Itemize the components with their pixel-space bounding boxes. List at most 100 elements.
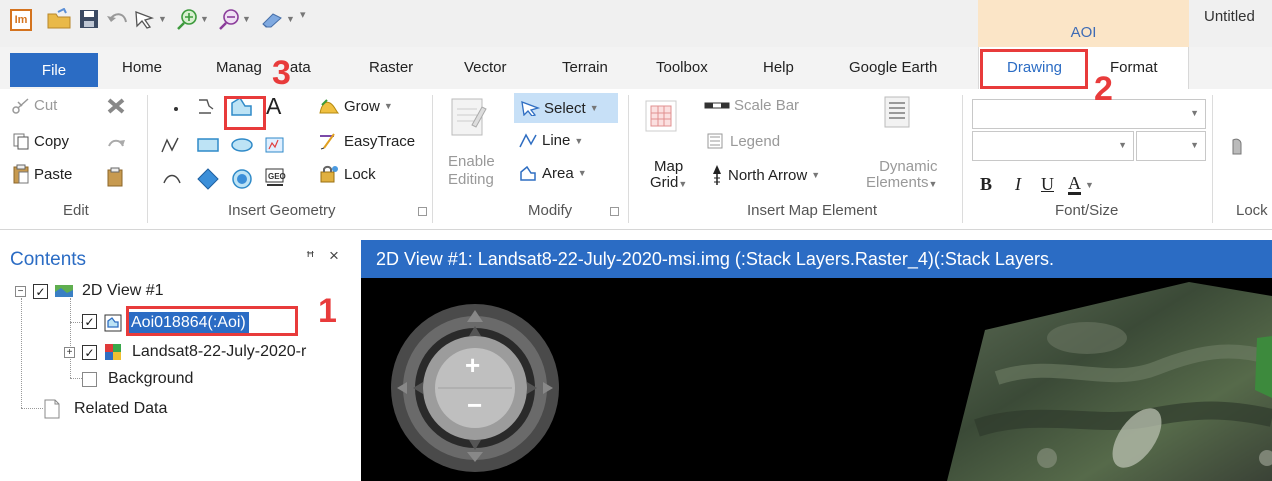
- tree-item-raster[interactable]: Landsat8-22-July-2020-r: [104, 343, 306, 361]
- ring-icon: [230, 168, 254, 190]
- tab-help[interactable]: Help: [763, 59, 794, 76]
- geo-tool[interactable]: GEO: [264, 167, 286, 189]
- insert-geometry-group-label: Insert Geometry: [228, 202, 336, 219]
- font-color-button[interactable]: A ▼: [1068, 174, 1094, 195]
- tree-item-related-data[interactable]: Related Data: [44, 399, 167, 419]
- underline-button[interactable]: U: [1041, 174, 1054, 195]
- zoom-in-control[interactable]: +: [465, 350, 480, 381]
- coordinate-tool[interactable]: [264, 134, 286, 154]
- enable-label: Enable: [448, 153, 495, 170]
- font-name-select[interactable]: ▼: [972, 99, 1206, 129]
- freehand-tool[interactable]: [160, 136, 182, 154]
- insert-geometry-launcher[interactable]: [418, 207, 427, 216]
- tab-home[interactable]: Home: [122, 59, 162, 76]
- dynamic-elements-icon-wrap[interactable]: [882, 95, 912, 129]
- scissors-icon: [12, 97, 30, 114]
- grow-button[interactable]: Grow ▼: [318, 97, 393, 115]
- copy-icon: [12, 132, 30, 150]
- tab-vector[interactable]: Vector: [464, 59, 507, 76]
- bold-button[interactable]: B: [980, 174, 992, 195]
- paste-special-button[interactable]: [106, 167, 126, 187]
- tab-file[interactable]: File: [10, 53, 98, 87]
- tree-item-related-data-label: Related Data: [74, 400, 168, 417]
- polyline-icon: [160, 136, 182, 154]
- raster-checkbox[interactable]: ✓: [82, 345, 97, 360]
- area-button[interactable]: Area ▼: [518, 164, 587, 182]
- pin-icon[interactable]: ꟸ: [306, 248, 315, 266]
- select-label: Select: [544, 99, 586, 117]
- zoom-out-icon[interactable]: ▼: [218, 8, 251, 30]
- tab-terrain[interactable]: Terrain: [562, 59, 608, 76]
- save-icon[interactable]: [78, 8, 100, 30]
- ellipse-tool[interactable]: [230, 136, 254, 154]
- line-button[interactable]: Line ▼: [518, 132, 583, 149]
- tab-google-earth[interactable]: Google Earth: [849, 59, 937, 76]
- aoi-checkbox[interactable]: ✓: [82, 314, 97, 329]
- enable-editing-icon-wrap[interactable]: [448, 95, 488, 139]
- diamond-tool[interactable]: [196, 168, 220, 190]
- map-view-canvas[interactable]: + −: [361, 278, 1272, 481]
- polyline-tool[interactable]: [196, 97, 216, 117]
- legend-button[interactable]: Legend: [706, 132, 780, 150]
- dynamic-elements-button[interactable]: Dynamic Elements▼: [866, 159, 937, 192]
- chevron-down-icon: ▼: [1190, 140, 1199, 150]
- eraser-icon[interactable]: ▼: [260, 8, 295, 30]
- italic-button[interactable]: I: [1015, 174, 1021, 195]
- cut-button[interactable]: Cut: [12, 97, 57, 114]
- open-icon[interactable]: [46, 8, 72, 30]
- lock-button[interactable]: Lock: [318, 164, 376, 184]
- undo-icon[interactable]: [104, 8, 130, 30]
- north-arrow-button[interactable]: North Arrow ▼: [710, 164, 820, 186]
- close-icon[interactable]: ×: [329, 246, 339, 266]
- zoom-out-control[interactable]: −: [467, 390, 482, 421]
- paste-button[interactable]: Paste: [12, 164, 72, 184]
- modify-launcher[interactable]: [610, 207, 619, 216]
- area-label: Area: [542, 164, 574, 182]
- select-icon[interactable]: ▼: [132, 8, 167, 30]
- tab-manage-data[interactable]: Manag ata: [216, 59, 311, 76]
- map-view-icon: [54, 283, 74, 299]
- text-tool[interactable]: A: [266, 93, 281, 120]
- tab-manage-data-label-tail: ata: [289, 59, 311, 76]
- customize-icon[interactable]: ▾: [300, 8, 306, 21]
- app-logo[interactable]: Im: [10, 9, 32, 31]
- tab-manage-data-label: Manag: [216, 59, 262, 76]
- scale-bar-button[interactable]: Scale Bar: [704, 97, 799, 114]
- insert-map-element-group-label: Insert Map Element: [747, 202, 878, 219]
- context-tab-aoi: AOI: [978, 0, 1189, 47]
- coordinate-icon: [264, 134, 286, 154]
- ring-tool[interactable]: [230, 168, 254, 190]
- north-arrow-label: North Arrow: [728, 166, 808, 184]
- collapse-toggle[interactable]: −: [15, 286, 26, 297]
- dynamic-label: Dynamic: [879, 158, 938, 175]
- quick-access-toolbar: Im ▼ ▼ ▼ ▼ ▾ AOI Untitled: [0, 0, 1272, 47]
- tree-item-background[interactable]: Background: [108, 370, 193, 388]
- expand-toggle[interactable]: +: [64, 347, 75, 358]
- elements-label: Elements▼: [866, 175, 937, 192]
- delete-button[interactable]: [106, 97, 126, 115]
- copy-button[interactable]: Copy: [12, 132, 69, 150]
- font-size-select[interactable]: ▼: [972, 131, 1134, 161]
- arc-tool[interactable]: [162, 171, 182, 187]
- enable-editing-button[interactable]: Enable Editing: [448, 153, 495, 189]
- tree-line: [21, 408, 43, 409]
- rectangle-tool[interactable]: [196, 136, 220, 154]
- tab-raster[interactable]: Raster: [369, 59, 413, 76]
- lock-group-button[interactable]: [1228, 137, 1246, 157]
- map-grid-button[interactable]: Map Grid▼: [650, 159, 687, 192]
- font-style-select[interactable]: ▼: [1136, 131, 1206, 161]
- tab-format[interactable]: Format: [1110, 59, 1158, 76]
- view-checkbox[interactable]: ✓: [33, 284, 48, 299]
- easytrace-button[interactable]: EasyTrace: [318, 132, 415, 150]
- redo-button[interactable]: [106, 134, 126, 152]
- navigation-control[interactable]: [389, 292, 565, 474]
- zoom-in-icon[interactable]: ▼: [176, 8, 209, 30]
- lock-icon: [318, 164, 340, 184]
- select-button[interactable]: Select ▼: [514, 93, 618, 123]
- tab-toolbox[interactable]: Toolbox: [656, 59, 708, 76]
- map-grid-icon-wrap[interactable]: [644, 99, 678, 133]
- point-tool[interactable]: [170, 99, 182, 115]
- tree-item-2d-view[interactable]: 2D View #1: [54, 282, 164, 300]
- annotation-box-drawing-tab: [980, 49, 1088, 89]
- background-checkbox[interactable]: [82, 372, 97, 387]
